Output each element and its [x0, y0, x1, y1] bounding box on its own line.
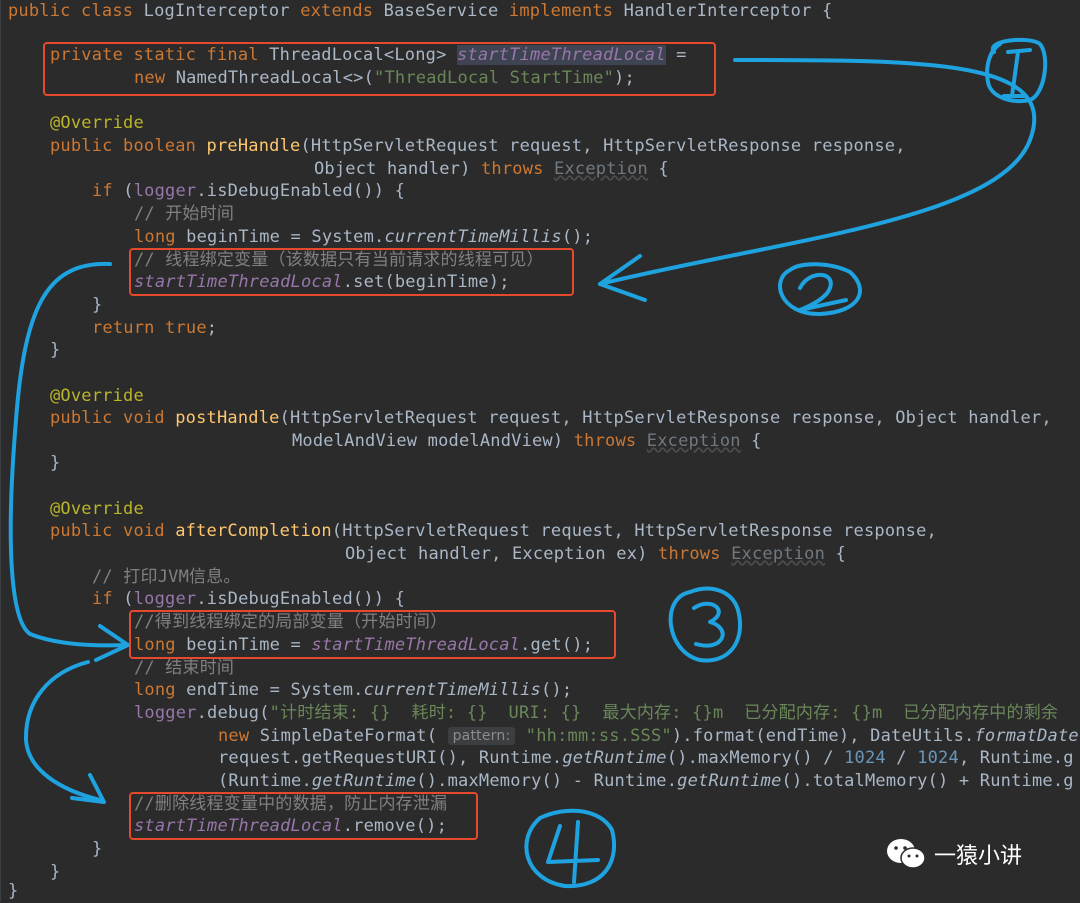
watermark: 一猿小讲	[886, 836, 1022, 872]
watermark-text: 一猿小讲	[934, 844, 1023, 869]
handdrawn-annotations	[8, 37, 1048, 889]
numeral-4-icon	[524, 808, 617, 889]
code-editor[interactable]: public class LogInterceptor extends Base…	[0, 0, 1080, 902]
arrowhead-3	[94, 624, 130, 662]
numeral-1-icon	[985, 37, 1048, 103]
wechat-icon	[887, 839, 926, 869]
arrow-1-to-2	[598, 58, 1037, 286]
numeral-2-icon	[778, 262, 862, 317]
arrow-3-to-4	[23, 660, 102, 802]
arrow-2-to-3	[8, 261, 128, 648]
numeral-3-icon	[668, 586, 742, 663]
